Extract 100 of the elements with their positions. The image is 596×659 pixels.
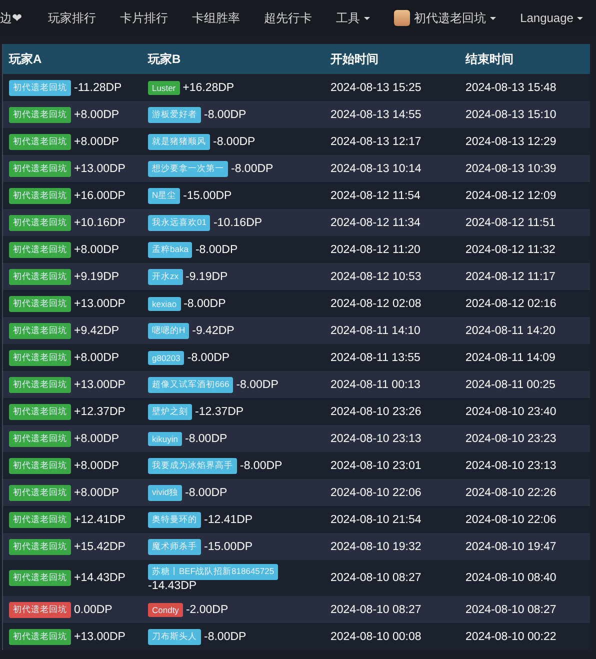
player-tag[interactable]: 初代遗老回坑: [9, 602, 71, 618]
table-cell: 2024-08-10 00:22: [460, 623, 590, 650]
dp-change: -10.16DP: [213, 216, 262, 228]
dp-change: -8.00DP: [187, 352, 230, 364]
player-tag[interactable]: 初代遗老回坑: [9, 296, 71, 312]
dp-change: -11.28DP: [74, 82, 122, 94]
column-header: 开始时间: [324, 44, 460, 74]
table-cell: 2024-08-10 08:27: [460, 596, 590, 624]
player-tag[interactable]: 刀布斯头人: [148, 628, 201, 645]
table-cell: 2024-08-10 22:26: [460, 479, 590, 506]
player-tag[interactable]: 就是猪猪顺风: [148, 134, 210, 150]
caret-icon: [490, 16, 496, 20]
table-cell: 2024-08-10 23:13: [324, 425, 460, 452]
dp-change: +8.00DP: [74, 432, 120, 444]
dp-change: +16.28DP: [182, 82, 234, 94]
dp-change: +10.16DP: [74, 216, 126, 228]
player-tag[interactable]: 初代遗老回坑: [9, 538, 71, 554]
table-cell: 2024-08-10 23:26: [324, 398, 460, 425]
player-tag[interactable]: 初代遗老回坑: [9, 458, 71, 474]
player-tag[interactable]: 初代遗老回坑: [9, 242, 71, 258]
player-tag[interactable]: 初代遗老回坑: [9, 628, 71, 645]
player-tag[interactable]: Condty: [148, 602, 183, 617]
nav-link[interactable]: 卡组胜率: [180, 10, 252, 26]
player-tag[interactable]: kexiao: [148, 296, 181, 310]
dp-change: +15.42DP: [74, 540, 126, 552]
player-tag[interactable]: Luster: [148, 80, 180, 94]
table-cell: 2024-08-11 00:25: [460, 371, 590, 398]
table-cell: 2024-08-10 19:47: [460, 533, 590, 560]
table-cell: 2024-08-10 00:08: [324, 623, 460, 650]
player-tag[interactable]: kikuyin: [148, 432, 182, 446]
player-tag[interactable]: 嗯嗯的H: [148, 322, 190, 338]
table-cell: 2024-08-13 12:17: [324, 128, 460, 155]
dp-change: -15.00DP: [183, 190, 232, 202]
dp-change: -8.00DP: [185, 486, 228, 498]
dp-change: +9.42DP: [74, 324, 120, 336]
player-tag[interactable]: 孟粹baka: [148, 242, 192, 258]
table-cell: 2024-08-10 21:54: [324, 506, 460, 533]
player-tag[interactable]: 奥特曼环的: [148, 512, 201, 528]
dp-change: +8.00DP: [74, 136, 120, 148]
player-tag[interactable]: 初代遗老回坑: [9, 484, 71, 500]
player-tag[interactable]: 初代遗老回坑: [9, 570, 71, 586]
player-tag[interactable]: 魔术师杀手: [148, 538, 201, 554]
player-tag[interactable]: 初代遗老回坑: [9, 134, 71, 150]
player-tag[interactable]: 游板爱好者: [148, 106, 201, 122]
dp-change: -8.00DP: [195, 244, 238, 256]
player-tag[interactable]: 初代遗老回坑: [9, 512, 71, 528]
nav-link[interactable]: 初代遗老回坑: [382, 10, 508, 26]
player-tag[interactable]: 苏糖丨BEF战队招新818645725: [148, 564, 278, 580]
player-tag[interactable]: 初代遗老回坑: [9, 376, 71, 392]
player-tag[interactable]: vivid独: [148, 484, 182, 500]
table-cell: 2024-08-12 10:53: [324, 263, 460, 290]
player-tag[interactable]: 初代遗老回坑: [9, 214, 71, 230]
player-tag[interactable]: 初代遗老回坑: [9, 350, 71, 366]
dp-change: +8.00DP: [74, 244, 120, 256]
dp-change: +8.00DP: [74, 460, 120, 472]
dp-change: 0.00DP: [74, 604, 112, 616]
player-tag[interactable]: 初代遗老回坑: [9, 404, 71, 420]
table-cell: 2024-08-11 13:55: [324, 344, 460, 371]
table-cell: 2024-08-12 11:20: [324, 236, 460, 263]
nav-link[interactable]: 工具: [324, 10, 382, 26]
caret-icon: [364, 16, 370, 20]
table-cell: 2024-08-10 22:06: [460, 506, 590, 533]
dp-change: -9.42DP: [192, 324, 234, 336]
table-cell: 2024-08-10 08:27: [324, 596, 460, 624]
player-tag[interactable]: 开水zx: [148, 268, 182, 284]
player-tag[interactable]: 初代遗老回坑: [9, 80, 71, 96]
table-cell: 2024-08-10 23:01: [324, 452, 460, 479]
nav-link[interactable]: 玩家排行: [36, 10, 108, 26]
player-tag[interactable]: 超像又试军酒初666: [148, 376, 234, 392]
nav-link[interactable]: 边❤: [0, 10, 36, 26]
column-header: 玩家B: [142, 44, 324, 74]
player-tag[interactable]: 初代遗老回坑: [9, 188, 71, 204]
dp-change: -8.00DP: [184, 432, 228, 444]
nav-link[interactable]: 超先行卡: [252, 10, 324, 26]
table-cell: 2024-08-10 23:40: [460, 398, 590, 425]
dp-change: -15.00DP: [204, 540, 253, 552]
player-tag[interactable]: 初代遗老回坑: [9, 160, 71, 176]
player-tag[interactable]: 初代遗老回坑: [9, 106, 71, 122]
player-tag[interactable]: 想沙要拿一次第一: [148, 160, 228, 176]
table-cell: 2024-08-10 23:13: [460, 452, 590, 479]
player-tag[interactable]: 我永远喜欢01: [148, 214, 210, 230]
dp-change: -8.00DP: [236, 378, 278, 390]
player-tag[interactable]: 初代遗老回坑: [9, 322, 71, 338]
dp-change: +12.37DP: [74, 406, 126, 418]
table-cell: 2024-08-12 11:34: [324, 209, 460, 236]
player-tag[interactable]: g80203: [148, 350, 184, 364]
table-cell: 2024-08-13 10:14: [324, 155, 460, 182]
dp-change: +13.00DP: [74, 378, 126, 390]
table-cell: 2024-08-13 15:10: [460, 101, 590, 128]
dp-change: +8.00DP: [74, 486, 120, 498]
player-tag[interactable]: 我要成为冰焰界高手: [148, 458, 237, 474]
player-tag[interactable]: 壁炉之刻: [148, 404, 192, 420]
dp-change: +12.41DP: [74, 514, 126, 526]
player-tag[interactable]: 初代遗老回坑: [9, 268, 71, 284]
player-tag[interactable]: 初代遗老回坑: [9, 430, 71, 446]
nav-link[interactable]: 卡片排行: [108, 10, 180, 26]
player-tag[interactable]: N星尘: [148, 188, 180, 204]
dp-change: +13.00DP: [74, 162, 126, 174]
nav-link[interactable]: Language: [508, 11, 596, 25]
table-cell: 2024-08-12 02:16: [460, 290, 590, 317]
